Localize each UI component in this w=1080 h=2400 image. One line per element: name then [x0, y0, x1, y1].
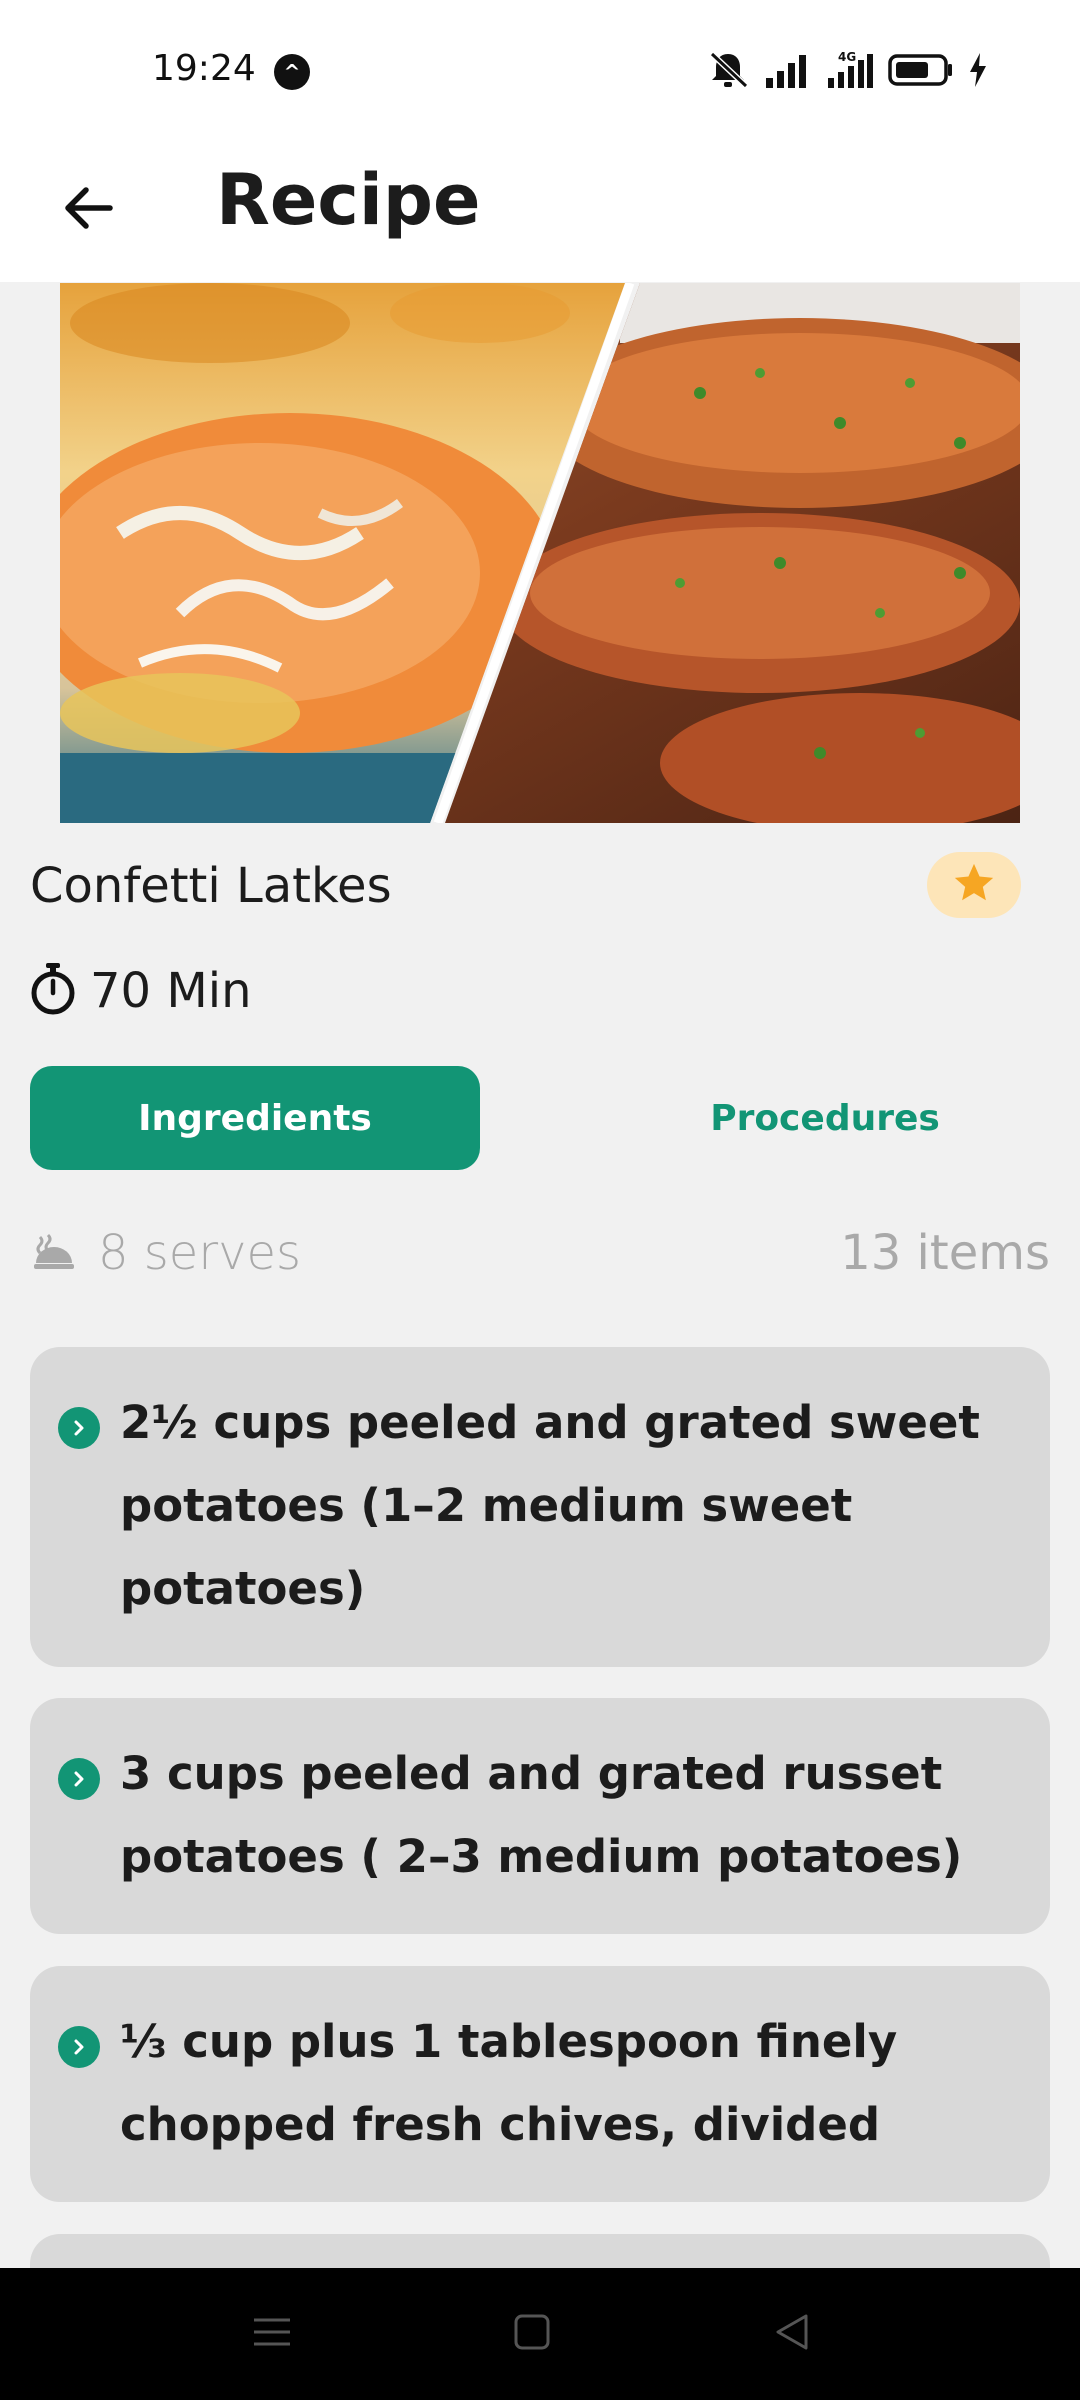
- ingredient-text: ⅓ cup plus 1 tablespoon finely chopped f…: [120, 2015, 898, 2151]
- ingredient-item: ⅓ cup plus 1 tablespoon finely chopped f…: [30, 1966, 1050, 2202]
- recipe-image: [60, 283, 1020, 823]
- serves-text: 8 serves: [98, 1225, 302, 1281]
- back-arrow-icon: [60, 180, 116, 240]
- items-count: 13 items: [840, 1225, 1050, 1281]
- star-icon: [951, 860, 997, 910]
- serves-info: 8 serves: [32, 1220, 301, 1286]
- tab-procedures[interactable]: Procedures: [600, 1066, 1050, 1170]
- home-square-icon: [512, 2312, 552, 2356]
- page-title: Recipe: [216, 159, 481, 241]
- ingredient-item: 2½ cups peeled and grated sweet potatoes…: [30, 1347, 1050, 1667]
- status-bar: 19:24 ^ 4G: [0, 0, 1080, 140]
- status-time: 19:24: [152, 48, 256, 89]
- battery-icon: [888, 53, 954, 87]
- system-nav-bar: [0, 2268, 1080, 2400]
- ingredient-text: 3 cups peeled and grated russet potatoes…: [120, 1747, 963, 1883]
- home-button[interactable]: [502, 2304, 562, 2364]
- cook-time: 70 Min: [30, 956, 252, 1026]
- back-triangle-icon: [772, 2312, 812, 2356]
- serving-dish-icon: [32, 1229, 76, 1277]
- chevron-right-icon: [58, 1407, 100, 1449]
- ingredient-item: 3 cups peeled and grated russet potatoes…: [30, 1698, 1050, 1934]
- mute-icon: [706, 50, 750, 90]
- timer-icon: [30, 962, 76, 1020]
- menu-icon: [252, 2312, 292, 2356]
- cook-time-text: 70 Min: [90, 963, 252, 1019]
- recipe-title: Confetti Latkes: [30, 858, 392, 914]
- system-back-button[interactable]: [762, 2304, 822, 2364]
- menu-button[interactable]: [242, 2304, 302, 2364]
- tab-ingredients[interactable]: Ingredients: [30, 1066, 480, 1170]
- signal-icon: [764, 52, 810, 88]
- chevron-right-icon: [58, 1758, 100, 1800]
- ingredient-text: 2½ cups peeled and grated sweet potatoes…: [120, 1396, 980, 1615]
- network-label: 4G: [838, 50, 856, 64]
- status-icons: 4G: [706, 50, 988, 90]
- app-bar: Recipe: [0, 140, 1080, 282]
- favorite-button[interactable]: [927, 852, 1021, 918]
- back-button[interactable]: [48, 170, 128, 250]
- signal-4g-icon: 4G: [824, 50, 874, 90]
- chevron-right-icon: [58, 2026, 100, 2068]
- charging-icon: [968, 52, 988, 88]
- notification-logo-icon: ^: [274, 54, 310, 90]
